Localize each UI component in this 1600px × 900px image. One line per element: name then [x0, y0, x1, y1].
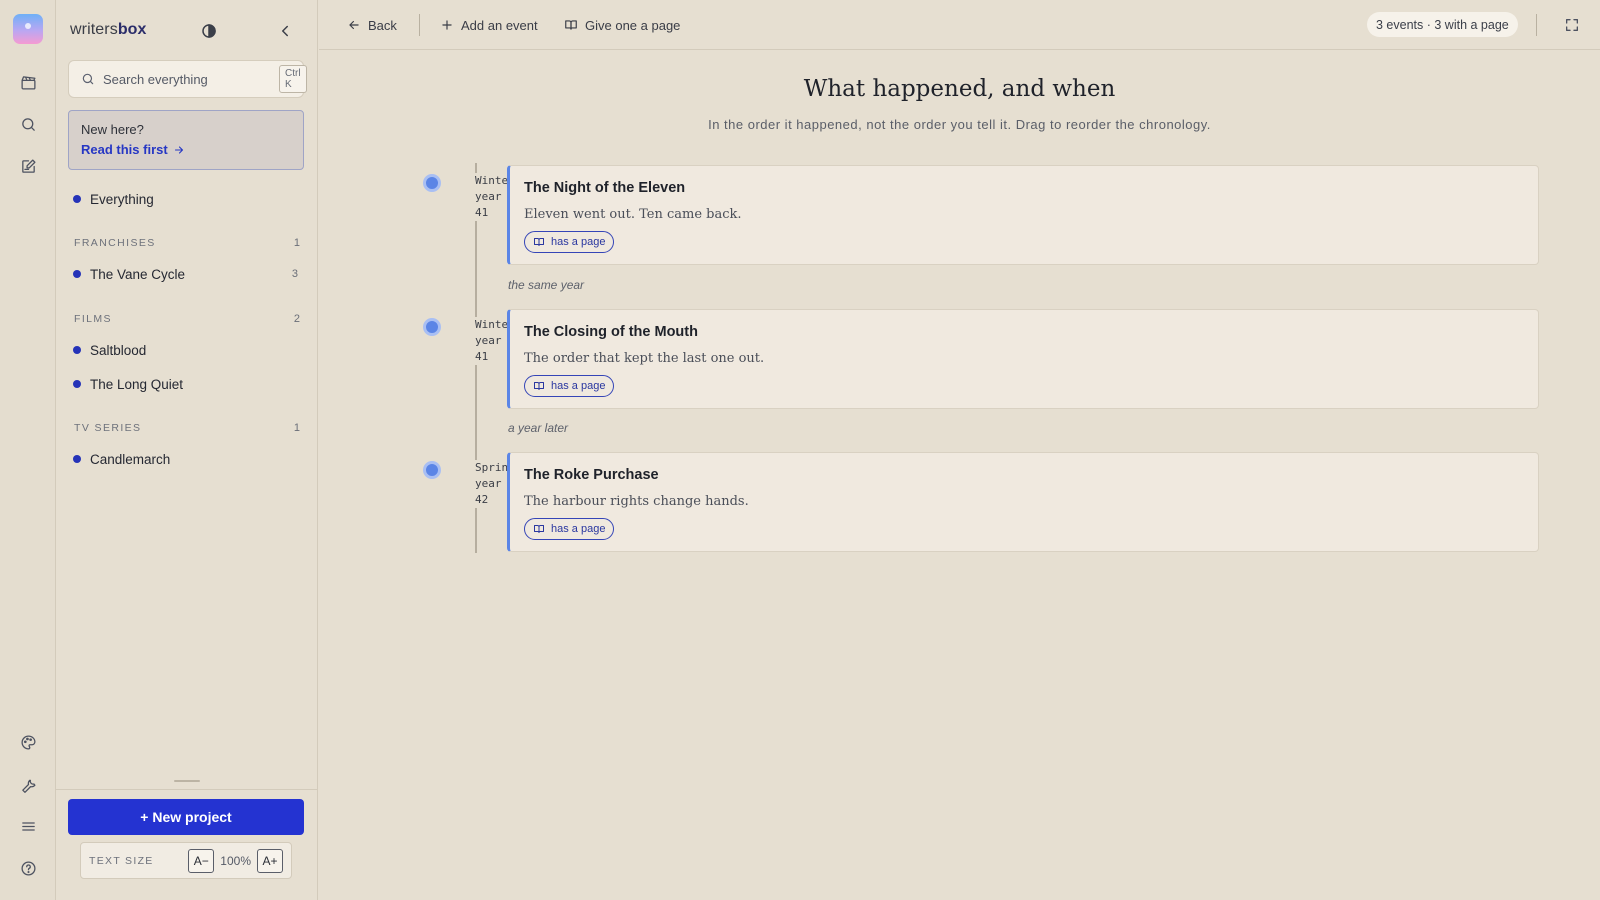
resize-handle[interactable] [174, 780, 200, 782]
text-size-label: TEXT SIZE [89, 854, 154, 867]
nav-item-label: The Vane Cycle [90, 266, 186, 282]
event-card[interactable]: The Closing of the Mouth The order that … [507, 309, 1539, 409]
section-films: FILMS 2 [74, 313, 300, 325]
menu-icon[interactable] [12, 810, 44, 842]
sidebar: writersbox Ctrl K New here? Read this fi… [56, 0, 318, 900]
give-page-button[interactable]: Give one a page [564, 14, 680, 36]
nav-item-label: Saltblood [90, 342, 147, 358]
event-date: Winter year 41 [475, 173, 508, 221]
nav-item-saltblood[interactable]: Saltblood [68, 336, 304, 364]
section-label: FRANCHISES [74, 237, 156, 249]
icon-rail [0, 0, 56, 900]
has-page-badge[interactable]: has a page [524, 231, 615, 253]
event-card[interactable]: The Roke Purchase The harbour rights cha… [507, 452, 1539, 552]
badge-label: has a page [551, 380, 606, 392]
open-book-icon [534, 525, 544, 533]
palette-icon[interactable] [12, 726, 44, 758]
give-page-label: Give one a page [585, 17, 681, 33]
nav-item-candlemarch[interactable]: Candlemarch [68, 445, 304, 473]
app-logo[interactable] [13, 14, 43, 44]
search-shortcut: Ctrl K [279, 65, 307, 93]
time-gap-label: the same year [508, 278, 585, 292]
nav-item-label: Everything [90, 191, 154, 207]
brand-bold: box [117, 21, 147, 38]
back-button[interactable]: Back [347, 14, 397, 36]
search-icon [82, 73, 94, 85]
drag-handle-dot[interactable] [423, 174, 441, 192]
section-count: 2 [293, 313, 300, 325]
nav-item-the-long-quiet[interactable]: The Long Quiet [68, 370, 304, 398]
nav-dot [73, 380, 81, 388]
open-book-icon [565, 20, 577, 30]
decrease-text-size-button[interactable]: A− [188, 848, 215, 873]
nav-item-the-vane-cycle[interactable]: The Vane Cycle 3 [68, 260, 304, 288]
section-tv-series: TV SERIES 1 [74, 422, 300, 434]
new-project-button[interactable]: + New project [68, 799, 304, 835]
callout-title: New here? [81, 122, 144, 137]
page-subtitle: In the order it happened, not the order … [708, 117, 1211, 132]
event-description: Eleven went out. Ten came back. [524, 207, 742, 222]
arrow-left-icon [349, 20, 359, 30]
read-this-first-link[interactable]: Read this first [81, 142, 185, 157]
add-event-label: Add an event [461, 17, 538, 33]
event-date: Spring year 42 [475, 460, 508, 508]
open-book-icon [534, 238, 544, 246]
event-date: Winter year 41 [475, 317, 508, 365]
divider [56, 789, 318, 790]
section-count: 1 [293, 422, 300, 434]
collapse-sidebar-icon[interactable] [276, 22, 294, 40]
drag-handle-dot[interactable] [423, 461, 441, 479]
clapperboard-icon[interactable] [12, 66, 44, 98]
add-event-button[interactable]: Add an event [440, 14, 538, 36]
arrow-right-icon [174, 145, 183, 154]
section-label: FILMS [74, 313, 112, 325]
nav-item-label: Candlemarch [90, 451, 171, 467]
edit-note-icon[interactable] [12, 150, 44, 182]
section-franchises: FRANCHISES 1 [74, 237, 300, 249]
help-icon[interactable] [12, 852, 44, 884]
search-icon[interactable] [12, 108, 44, 140]
brand-light: writers [70, 21, 118, 38]
new-here-callout: New here? Read this first [68, 110, 304, 170]
time-gap-label: a year later [508, 421, 569, 435]
text-size-control: TEXT SIZE A− 100% A+ [80, 842, 292, 879]
events-summary-badge: 3 events · 3 with a page [1367, 12, 1518, 37]
search-box[interactable]: Ctrl K [68, 60, 307, 98]
section-count: 1 [293, 237, 300, 249]
back-label: Back [368, 17, 397, 33]
toolbar-divider [1536, 14, 1537, 36]
nav-dot [73, 346, 81, 354]
event-title: The Roke Purchase [524, 467, 659, 483]
page-title: What happened, and when [803, 76, 1116, 102]
event-title: The Night of the Eleven [524, 180, 686, 196]
increase-text-size-button[interactable]: A+ [257, 848, 283, 873]
plus-icon [442, 20, 452, 30]
nav-dot [73, 195, 81, 203]
has-page-badge[interactable]: has a page [524, 518, 615, 540]
nav-dot [73, 455, 81, 463]
drag-handle-dot[interactable] [423, 318, 441, 336]
nav-item-count: 3 [291, 268, 298, 280]
brand-wordmark: writersbox [70, 21, 147, 39]
open-book-icon [534, 382, 544, 390]
nav-dot [73, 270, 81, 278]
nav-item-label: The Long Quiet [90, 376, 184, 392]
text-size-value: 100% [220, 853, 251, 868]
has-page-badge[interactable]: has a page [524, 375, 615, 397]
section-label: TV SERIES [74, 422, 142, 434]
fullscreen-icon[interactable] [1564, 17, 1580, 33]
wrench-icon[interactable] [12, 768, 44, 800]
search-input[interactable] [103, 71, 279, 87]
event-description: The harbour rights change hands. [524, 494, 749, 509]
badge-label: has a page [551, 523, 606, 535]
toolbar-divider [419, 14, 420, 36]
toolbar: Back Add an event Give one a page 3 even… [319, 0, 1600, 50]
contrast-toggle-icon[interactable] [200, 22, 218, 40]
event-card[interactable]: The Night of the Eleven Eleven went out.… [507, 165, 1539, 265]
event-title: The Closing of the Mouth [524, 324, 698, 340]
badge-label: has a page [551, 236, 606, 248]
callout-link-label: Read this first [81, 142, 168, 157]
nav-item-everything[interactable]: Everything [68, 185, 304, 213]
event-description: The order that kept the last one out. [524, 351, 765, 366]
